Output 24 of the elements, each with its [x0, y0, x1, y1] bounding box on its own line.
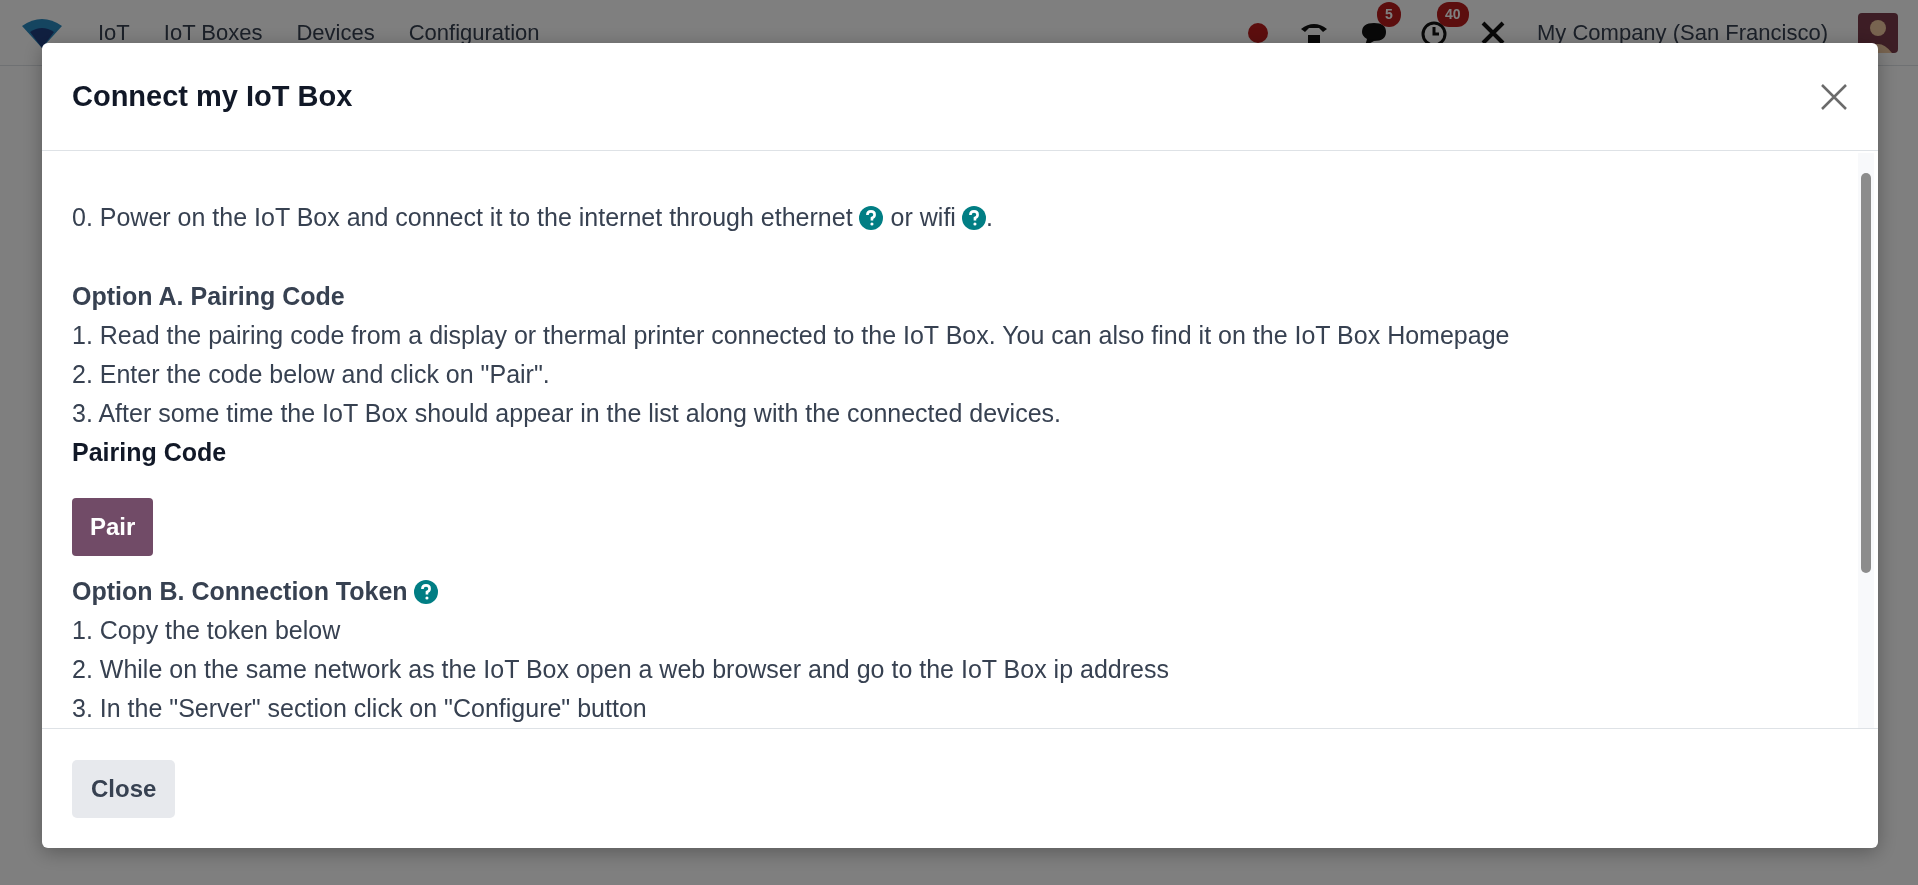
instruction-text: or wifi [890, 202, 956, 233]
close-button[interactable]: Close [72, 759, 176, 818]
help-icon[interactable] [858, 205, 883, 230]
close-button[interactable] [1820, 82, 1848, 111]
instruction-text: 3. In the "Server" section click on "Configure" button [72, 693, 648, 724]
notification-badge: 5 [1377, 2, 1401, 27]
notification-badge: 40 [1437, 2, 1469, 27]
help-icon[interactable] [413, 579, 438, 604]
avatar-icon[interactable] [1858, 12, 1898, 53]
status-dot-icon [1247, 21, 1269, 44]
pair-button[interactable]: Pair [72, 498, 154, 556]
scrollbar[interactable] [1858, 153, 1874, 728]
instruction-text: 2. While on the same network as the IoT Box open a web browser and go to the IoT Box ip address [72, 654, 1170, 685]
section-heading: Option A. Pairing Code [72, 281, 345, 312]
instruction-text: 1. Copy the token below [72, 615, 342, 646]
help-icon[interactable] [961, 205, 986, 230]
field-label: Pairing Code [72, 437, 228, 468]
dialog-title: Connect my IoT Box [72, 79, 353, 114]
instruction-text: 3. After some time the IoT Box should appear in the list along with the connected devices. [72, 398, 1062, 429]
section-heading: Option B. Connection Token [72, 576, 408, 607]
instruction-text: . [985, 202, 993, 233]
instruction-text: 1. Read the pairing code from a display or thermal printer connected to the IoT Box. You can also find it on the IoT Box Homepage [72, 320, 1511, 351]
instruction-text: 2. Enter the code below and click on "Pair". [72, 359, 551, 390]
instruction-text: 0. Power on the IoT Box and connect it to the internet through ethernet [72, 202, 853, 233]
